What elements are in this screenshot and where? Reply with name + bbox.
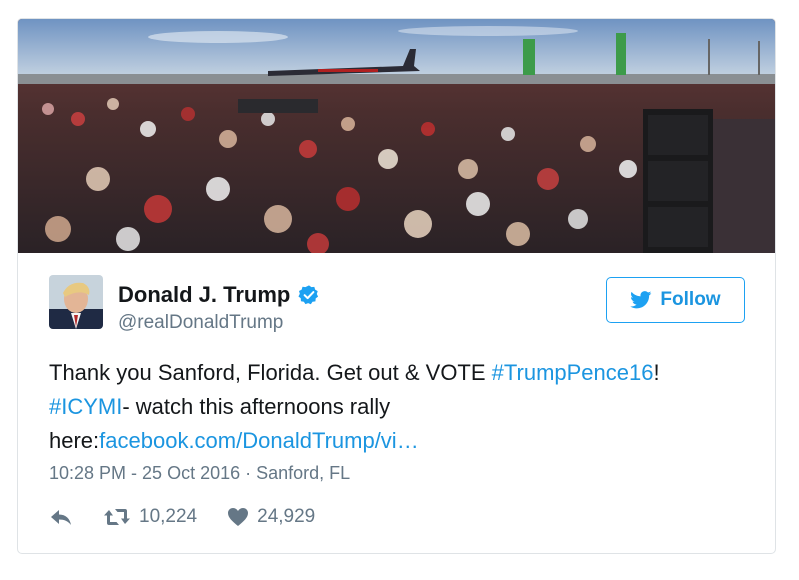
like-count: 24,929 <box>257 506 316 527</box>
tweet-text-part: Thank you Sanford, Florida. Get out & VO… <box>49 360 492 385</box>
reply-button[interactable] <box>49 507 73 527</box>
hashtag-link[interactable]: #ICYMI <box>49 394 122 419</box>
tweet-text-part: ! <box>653 360 660 385</box>
heart-icon <box>228 508 249 526</box>
tweet-card: Donald J. Trump @realDonaldTrump Follow … <box>17 18 776 554</box>
author-name[interactable]: Donald J. Trump <box>118 282 290 308</box>
follow-button[interactable]: Follow <box>606 277 745 323</box>
rally-crowd-image <box>18 19 775 253</box>
facebook-link[interactable]: facebook.com/DonaldTrump/vi… <box>99 428 419 453</box>
retweet-count: 10,224 <box>139 506 198 527</box>
reply-icon <box>51 510 71 525</box>
follow-label: Follow <box>660 289 721 310</box>
retweet-icon <box>104 509 130 525</box>
tweet-text: Thank you Sanford, Florida. Get out & VO… <box>49 356 749 458</box>
meta-separator: · <box>240 463 257 483</box>
avatar-image <box>49 275 103 329</box>
tweet-actions: 10,224 24,929 <box>49 506 315 528</box>
rally-photo[interactable] <box>18 19 775 253</box>
author-row: Donald J. Trump <box>118 282 320 308</box>
retweet-button[interactable]: 10,224 <box>103 506 197 528</box>
tweet-meta: 10:28 PM - 25 Oct 2016 · Sanford, FL <box>49 463 350 484</box>
bird-icon <box>630 291 652 309</box>
like-button[interactable]: 24,929 <box>227 506 315 528</box>
verified-badge-icon <box>298 285 319 305</box>
avatar[interactable] <box>49 275 103 329</box>
tweet-timestamp[interactable]: 10:28 PM - 25 Oct 2016 <box>49 463 240 483</box>
hashtag-link[interactable]: #TrumpPence16 <box>492 360 654 385</box>
author-handle[interactable]: @realDonaldTrump <box>118 312 283 334</box>
tweet-location[interactable]: Sanford, FL <box>256 463 350 483</box>
